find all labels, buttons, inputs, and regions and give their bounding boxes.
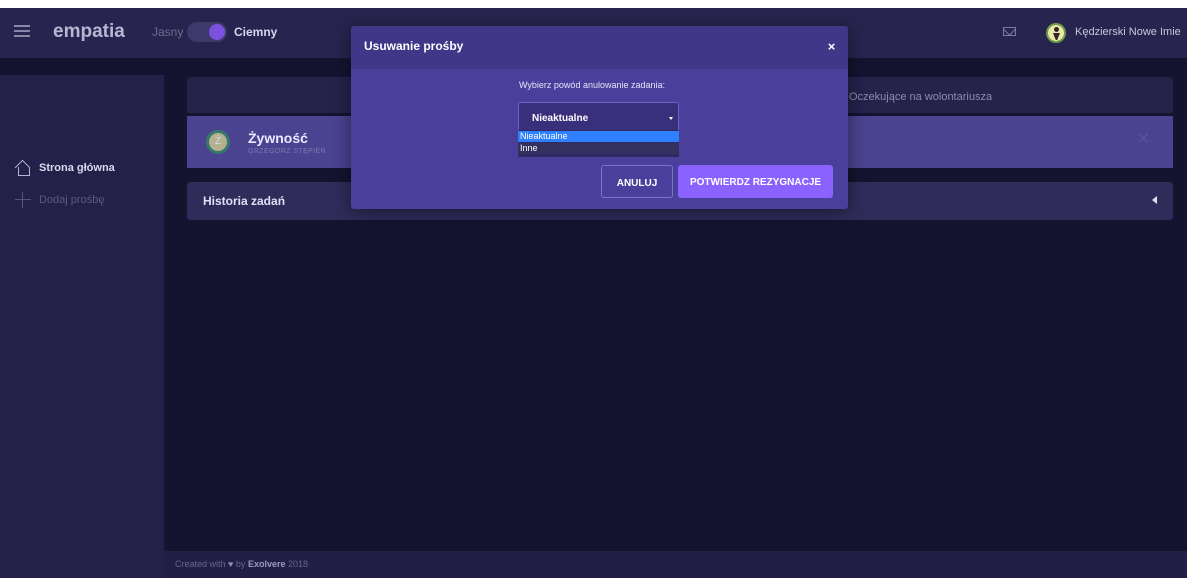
- footer: Created with ♥ by Exolvere 2018: [164, 551, 1187, 578]
- footer-brand-link[interactable]: Exolvere: [248, 559, 286, 569]
- home-icon: [15, 161, 31, 176]
- theme-toggle[interactable]: [187, 22, 227, 42]
- sidebar-item-label: Strona główna: [39, 162, 115, 174]
- modal-title: Usuwanie prośby: [364, 39, 464, 53]
- tab-awaiting-volunteer[interactable]: Oczekujące na wolontariusza: [849, 91, 992, 103]
- reason-option-outdated[interactable]: Nieaktualne: [518, 131, 679, 142]
- footer-year: 2018: [287, 559, 309, 569]
- sidebar-item-label: Dodaj prośbę: [39, 194, 105, 206]
- theme-light-label[interactable]: Jasny: [152, 25, 183, 39]
- cancel-button-label: ANULUJ: [616, 178, 658, 189]
- menu-icon[interactable]: [14, 25, 30, 38]
- confirm-button-label: POTWIERDZ REZYGNACJE: [689, 177, 822, 188]
- footer-prefix: Created with: [175, 559, 226, 569]
- reason-options: Nieaktualne Inne: [518, 130, 679, 157]
- sidebar-item-home[interactable]: Strona główna: [15, 158, 115, 178]
- user-avatar[interactable]: [1046, 23, 1066, 43]
- task-title: Żywność: [248, 130, 308, 146]
- heart-icon: ♥: [228, 559, 234, 569]
- cancel-button[interactable]: ANULUJ: [601, 165, 673, 198]
- theme-dark-label[interactable]: Ciemny: [234, 25, 277, 39]
- delete-request-modal: Usuwanie prośby × Wybierz powód anulowan…: [351, 26, 848, 209]
- reason-select[interactable]: Nieaktualne: [518, 102, 679, 133]
- app-brand[interactable]: empatia: [53, 17, 125, 47]
- chevron-left-icon: [1152, 196, 1157, 204]
- plus-icon: [15, 192, 31, 208]
- history-title: Historia zadań: [203, 194, 286, 208]
- reason-select-value: Nieaktualne: [532, 113, 589, 124]
- user-name[interactable]: Kędzierski Nowe Imie: [1075, 26, 1181, 38]
- theme-toggle-knob: [209, 24, 225, 40]
- modal-header: Usuwanie prośby ×: [351, 26, 848, 69]
- task-avatar: Ż: [206, 130, 230, 154]
- footer-credit: Created with ♥ by Exolvere 2018: [175, 559, 308, 569]
- sidebar: Strona główna Dodaj prośbę: [0, 75, 164, 578]
- reason-option-other[interactable]: Inne: [518, 143, 679, 154]
- app-window: empatia Jasny Ciemny Kędzierski Nowe Imi…: [0, 8, 1187, 578]
- reason-prompt: Wybierz powód anulowanie zadania:: [519, 80, 666, 90]
- confirm-resignation-button[interactable]: POTWIERDZ REZYGNACJE: [678, 165, 833, 198]
- mail-icon[interactable]: [1003, 27, 1016, 36]
- close-icon[interactable]: [1138, 132, 1150, 144]
- chevron-down-icon: [669, 117, 673, 120]
- close-icon[interactable]: ×: [825, 40, 838, 53]
- footer-by: by: [235, 559, 246, 569]
- task-owner: GRZEGORZ STĘPIEŃ: [248, 148, 326, 155]
- sidebar-item-add-request[interactable]: Dodaj prośbę: [15, 190, 104, 210]
